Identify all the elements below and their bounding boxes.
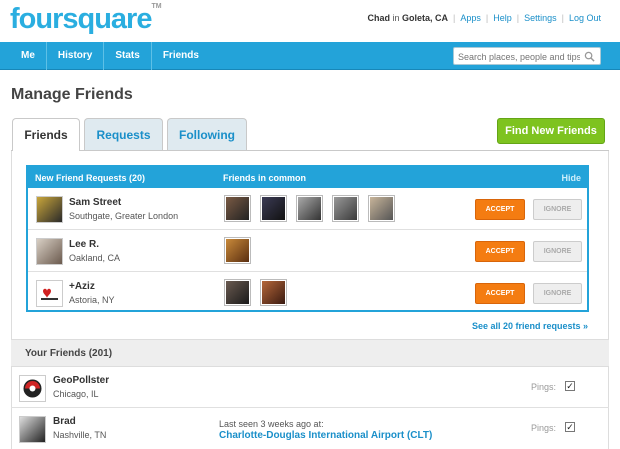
nav-me[interactable]: Me: [10, 42, 47, 70]
common-friend-avatar[interactable]: [368, 195, 395, 222]
common-friend-avatar[interactable]: [224, 195, 251, 222]
page-title: Manage Friends: [11, 86, 133, 103]
trademark-mark: TM: [151, 3, 162, 10]
requester-location: Astoria, NY: [69, 295, 115, 305]
ignore-button[interactable]: IGNORE: [533, 199, 582, 220]
common-friends-list: [224, 279, 287, 306]
apps-link[interactable]: Apps: [460, 13, 481, 23]
foursquare-logo[interactable]: foursquareTM: [10, 3, 162, 36]
requester-name[interactable]: +Aziz: [69, 281, 95, 292]
friend-name[interactable]: Brad: [53, 416, 76, 427]
your-friends-header: Your Friends (201): [11, 339, 609, 367]
accept-button[interactable]: ACCEPT: [475, 241, 525, 262]
logout-link[interactable]: Log Out: [569, 13, 601, 23]
nav-stats[interactable]: Stats: [104, 42, 152, 70]
common-friends-list: [224, 195, 395, 222]
common-friend-avatar[interactable]: [224, 279, 251, 306]
request-row: +Aziz Astoria, NY ACCEPT IGNORE: [28, 273, 587, 314]
avatar[interactable]: [36, 280, 63, 307]
friend-location: Nashville, TN: [53, 430, 107, 440]
avatar[interactable]: [19, 416, 46, 443]
nav-friends[interactable]: Friends: [152, 42, 210, 70]
accept-button[interactable]: ACCEPT: [475, 199, 525, 220]
requester-name[interactable]: Sam Street: [69, 197, 121, 208]
ignore-button[interactable]: IGNORE: [533, 283, 582, 304]
request-row: Lee R. Oakland, CA ACCEPT IGNORE: [28, 231, 587, 272]
avatar[interactable]: [19, 375, 46, 402]
avatar[interactable]: [36, 196, 63, 223]
last-seen-text: Last seen 3 weeks ago at:: [219, 419, 324, 429]
nav-history[interactable]: History: [47, 42, 105, 70]
tab-friends[interactable]: Friends: [12, 118, 80, 151]
heart-icon: [41, 288, 58, 300]
requests-count-label: New Friend Requests (20): [35, 173, 146, 183]
search-box: [453, 47, 601, 65]
common-friend-avatar[interactable]: [332, 195, 359, 222]
poll-logo-icon: [23, 379, 42, 398]
request-row: Sam Street Southgate, Greater London ACC…: [28, 189, 587, 230]
see-all-requests-link[interactable]: See all 20 friend requests »: [472, 321, 588, 331]
pings-label: Pings:: [531, 382, 557, 392]
ignore-button[interactable]: IGNORE: [533, 241, 582, 262]
tab-following[interactable]: Following: [167, 118, 247, 150]
tab-requests[interactable]: Requests: [84, 118, 163, 150]
friend-requests-box: New Friend Requests (20) Friends in comm…: [26, 165, 589, 312]
pings-label: Pings:: [531, 423, 557, 433]
common-friend-avatar[interactable]: [260, 195, 287, 222]
settings-link[interactable]: Settings: [524, 13, 557, 23]
last-seen-venue-link[interactable]: Charlotte-Douglas International Airport …: [219, 430, 432, 441]
requester-location: Southgate, Greater London: [69, 211, 179, 221]
top-bar: foursquareTM Chad in Goleta, CA | Apps |…: [0, 0, 620, 42]
pings-checkbox[interactable]: ✓: [565, 381, 575, 391]
avatar[interactable]: [36, 238, 63, 265]
friend-name[interactable]: GeoPollster: [53, 375, 109, 386]
friend-row: Brad Nashville, TN Last seen 3 weeks ago…: [11, 408, 609, 449]
current-user: Chad in Goleta, CA: [367, 13, 449, 23]
friends-count-label: Your Friends (201): [25, 348, 113, 359]
requester-name[interactable]: Lee R.: [69, 239, 99, 250]
friend-row: GeoPollster Chicago, IL Pings: ✓: [11, 367, 609, 408]
requester-location: Oakland, CA: [69, 253, 121, 263]
friends-in-common-label: Friends in common: [223, 173, 307, 183]
common-friends-list: [224, 237, 251, 264]
magnifier-icon[interactable]: [584, 51, 595, 62]
friend-requests-header: New Friend Requests (20) Friends in comm…: [28, 167, 587, 188]
common-friend-avatar[interactable]: [224, 237, 251, 264]
help-link[interactable]: Help: [493, 13, 512, 23]
search-input[interactable]: [458, 50, 580, 63]
friend-location: Chicago, IL: [53, 389, 99, 399]
find-new-friends-button[interactable]: Find New Friends: [497, 118, 605, 144]
accept-button[interactable]: ACCEPT: [475, 283, 525, 304]
pings-checkbox[interactable]: ✓: [565, 422, 575, 432]
account-links: Chad in Goleta, CA | Apps | Help | Setti…: [367, 13, 601, 23]
common-friend-avatar[interactable]: [296, 195, 323, 222]
common-friend-avatar[interactable]: [260, 279, 287, 306]
hide-requests-link[interactable]: Hide: [561, 173, 581, 183]
